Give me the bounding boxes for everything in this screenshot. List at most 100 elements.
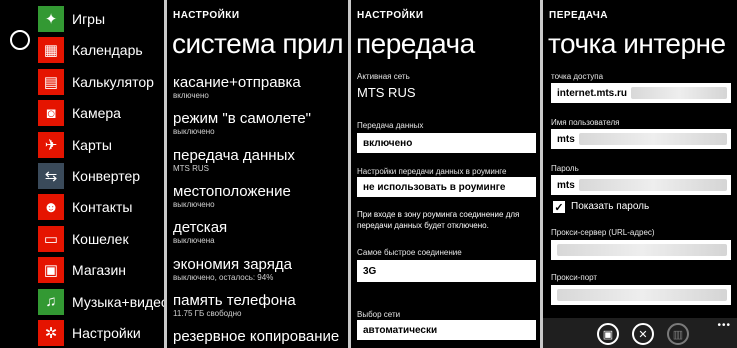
show-password-label[interactable]: Показать пароль: [571, 201, 649, 212]
settings-list-item[interactable]: режим "в самолете" выключено: [173, 110, 311, 137]
camera-icon: ◙: [38, 100, 64, 127]
username-label: Имя пользователя: [551, 118, 620, 127]
settings-item-title: резервное копирование: [173, 328, 340, 345]
gamepad-icon: ✦: [38, 6, 64, 32]
password-value: mts: [557, 179, 575, 191]
proxy-server-input[interactable]: [551, 240, 731, 260]
access-point-panel: ПЕРЕДАЧА точка интерне точка доступа int…: [543, 0, 737, 348]
app-list-item[interactable]: ☻ Контакты: [38, 194, 133, 221]
maps-icon: ✈: [38, 131, 64, 158]
active-network-label: Активная сеть: [357, 72, 410, 81]
app-label: Магазин: [72, 262, 127, 279]
wallet-icon: ▭: [38, 225, 64, 252]
redacted-text: [631, 87, 727, 99]
settings-item-title: передача данных: [173, 147, 295, 164]
store-icon: ▣: [38, 257, 64, 284]
app-list-item[interactable]: ▤ Калькулятор: [38, 68, 154, 95]
settings-item-title: режим "в самолете": [173, 110, 312, 127]
app-label: Калькулятор: [72, 73, 154, 90]
app-list-item[interactable]: ▭ Кошелек: [38, 225, 129, 252]
settings-list-item[interactable]: передача данных MTS RUS: [173, 147, 295, 174]
app-label: Музыка+видео: [72, 293, 164, 310]
app-list-item[interactable]: ◙ Камера: [38, 100, 121, 127]
page-title: система прил: [172, 28, 344, 59]
proxy-port-label: Прокси-порт: [551, 273, 598, 282]
data-transfer-picker[interactable]: включено: [357, 133, 536, 153]
network-selection-picker[interactable]: автоматически: [357, 320, 536, 340]
roaming-picker[interactable]: не использовать в роуминге: [357, 177, 536, 197]
redacted-text: [578, 133, 727, 145]
apn-label: точка доступа: [551, 72, 604, 81]
save-icon[interactable]: ▣: [597, 323, 619, 345]
search-icon[interactable]: [10, 30, 30, 50]
delete-icon[interactable]: ▥: [667, 323, 689, 345]
app-label: Календарь: [72, 42, 143, 59]
settings-icon: ✲: [38, 320, 64, 346]
settings-list-item[interactable]: экономия заряда выключено, осталось: 94%: [173, 256, 292, 283]
password-input[interactable]: mts: [551, 175, 731, 195]
app-label: Конвертер: [72, 168, 141, 184]
settings-item-title: касание+отправка: [173, 74, 301, 91]
page-title: точка интерне: [548, 28, 726, 59]
settings-item-title: детская: [173, 219, 228, 236]
app-label: Камера: [72, 105, 121, 122]
settings-list-item[interactable]: память телефона 11.75 ГБ свободно: [173, 292, 296, 319]
app-list-item[interactable]: ✈ Карты: [38, 131, 112, 158]
checkmark-icon: ✓: [554, 201, 564, 214]
fastest-connection-picker[interactable]: 3G: [357, 260, 536, 282]
redacted-text: [557, 289, 727, 301]
app-label: Карты: [72, 136, 112, 153]
calculator-icon: ▤: [38, 68, 64, 95]
breadcrumb: НАСТРОЙКИ: [357, 10, 424, 21]
app-label: Кошелек: [72, 230, 129, 247]
app-list-item[interactable]: ♫ Музыка+видео: [38, 288, 164, 315]
proxy-server-label: Прокси-сервер (URL-адрес): [551, 228, 655, 237]
settings-item-subtitle: выключено: [173, 127, 215, 136]
calendar-icon: ▦: [38, 37, 64, 64]
page-title: передача: [356, 28, 475, 59]
app-label: Контакты: [72, 199, 133, 216]
app-list-item[interactable]: ✲ Настройки: [38, 320, 141, 346]
settings-item-title: местоположение: [173, 183, 291, 200]
settings-item-title: экономия заряда: [173, 256, 292, 273]
app-label: Настройки: [72, 325, 141, 341]
settings-list-item[interactable]: местоположение выключено: [173, 183, 291, 210]
password-label: Пароль: [551, 164, 579, 173]
username-input[interactable]: mts: [551, 129, 731, 149]
settings-list-item[interactable]: резервное копирование: [173, 328, 339, 345]
proxy-port-input[interactable]: [551, 285, 731, 305]
music-icon: ♫: [38, 288, 64, 315]
settings-item-subtitle: выключено, осталось: 94%: [173, 273, 274, 282]
settings-item-title: память телефона: [173, 292, 296, 309]
app-list-item[interactable]: ▦ Календарь: [38, 37, 143, 64]
app-bar: ▣ ✕ ▥ •••: [543, 318, 737, 348]
breadcrumb: ПЕРЕДАЧА: [549, 10, 609, 21]
active-network-value: MTS RUS: [357, 85, 416, 100]
settings-item-subtitle: 11.75 ГБ свободно: [173, 309, 242, 318]
settings-list-item[interactable]: детская выключена: [173, 219, 227, 246]
network-selection-label: Выбор сети: [357, 310, 401, 319]
app-list-item[interactable]: ✦ Игры: [38, 6, 105, 32]
more-button[interactable]: •••: [717, 320, 731, 331]
settings-item-subtitle: выключена: [173, 236, 215, 245]
roaming-label: Настройки передачи данных в роуминге: [357, 167, 507, 176]
redacted-text: [557, 244, 727, 256]
roaming-note: При входе в зону роуминга соединение для…: [357, 210, 520, 230]
data-transfer-panel: НАСТРОЙКИ передача Активная сеть MTS RUS…: [351, 0, 540, 348]
app-label: Игры: [72, 11, 106, 27]
contacts-icon: ☻: [38, 194, 64, 221]
username-value: mts: [557, 133, 575, 145]
cancel-icon[interactable]: ✕: [632, 323, 654, 345]
app-list-panel: ✦ Игры ▦ Календарь ▤ Калькулятор ◙ Камера ✈ Карты…: [0, 0, 164, 348]
settings-item-subtitle: включено: [173, 91, 209, 100]
settings-list-item[interactable]: касание+отправка включено: [173, 74, 301, 101]
settings-item-subtitle: MTS RUS: [173, 164, 209, 173]
converter-icon: ⇆: [38, 163, 64, 189]
apn-input[interactable]: internet.mts.ru: [551, 83, 731, 103]
show-password-checkbox[interactable]: ✓: [553, 201, 565, 214]
fastest-connection-label: Самое быстрое соединение: [357, 248, 462, 257]
data-transfer-label: Передача данных: [357, 121, 424, 130]
app-list-item[interactable]: ⇆ Конвертер: [38, 163, 140, 189]
app-list-item[interactable]: ▣ Магазин: [38, 257, 127, 284]
redacted-text: [578, 179, 727, 191]
